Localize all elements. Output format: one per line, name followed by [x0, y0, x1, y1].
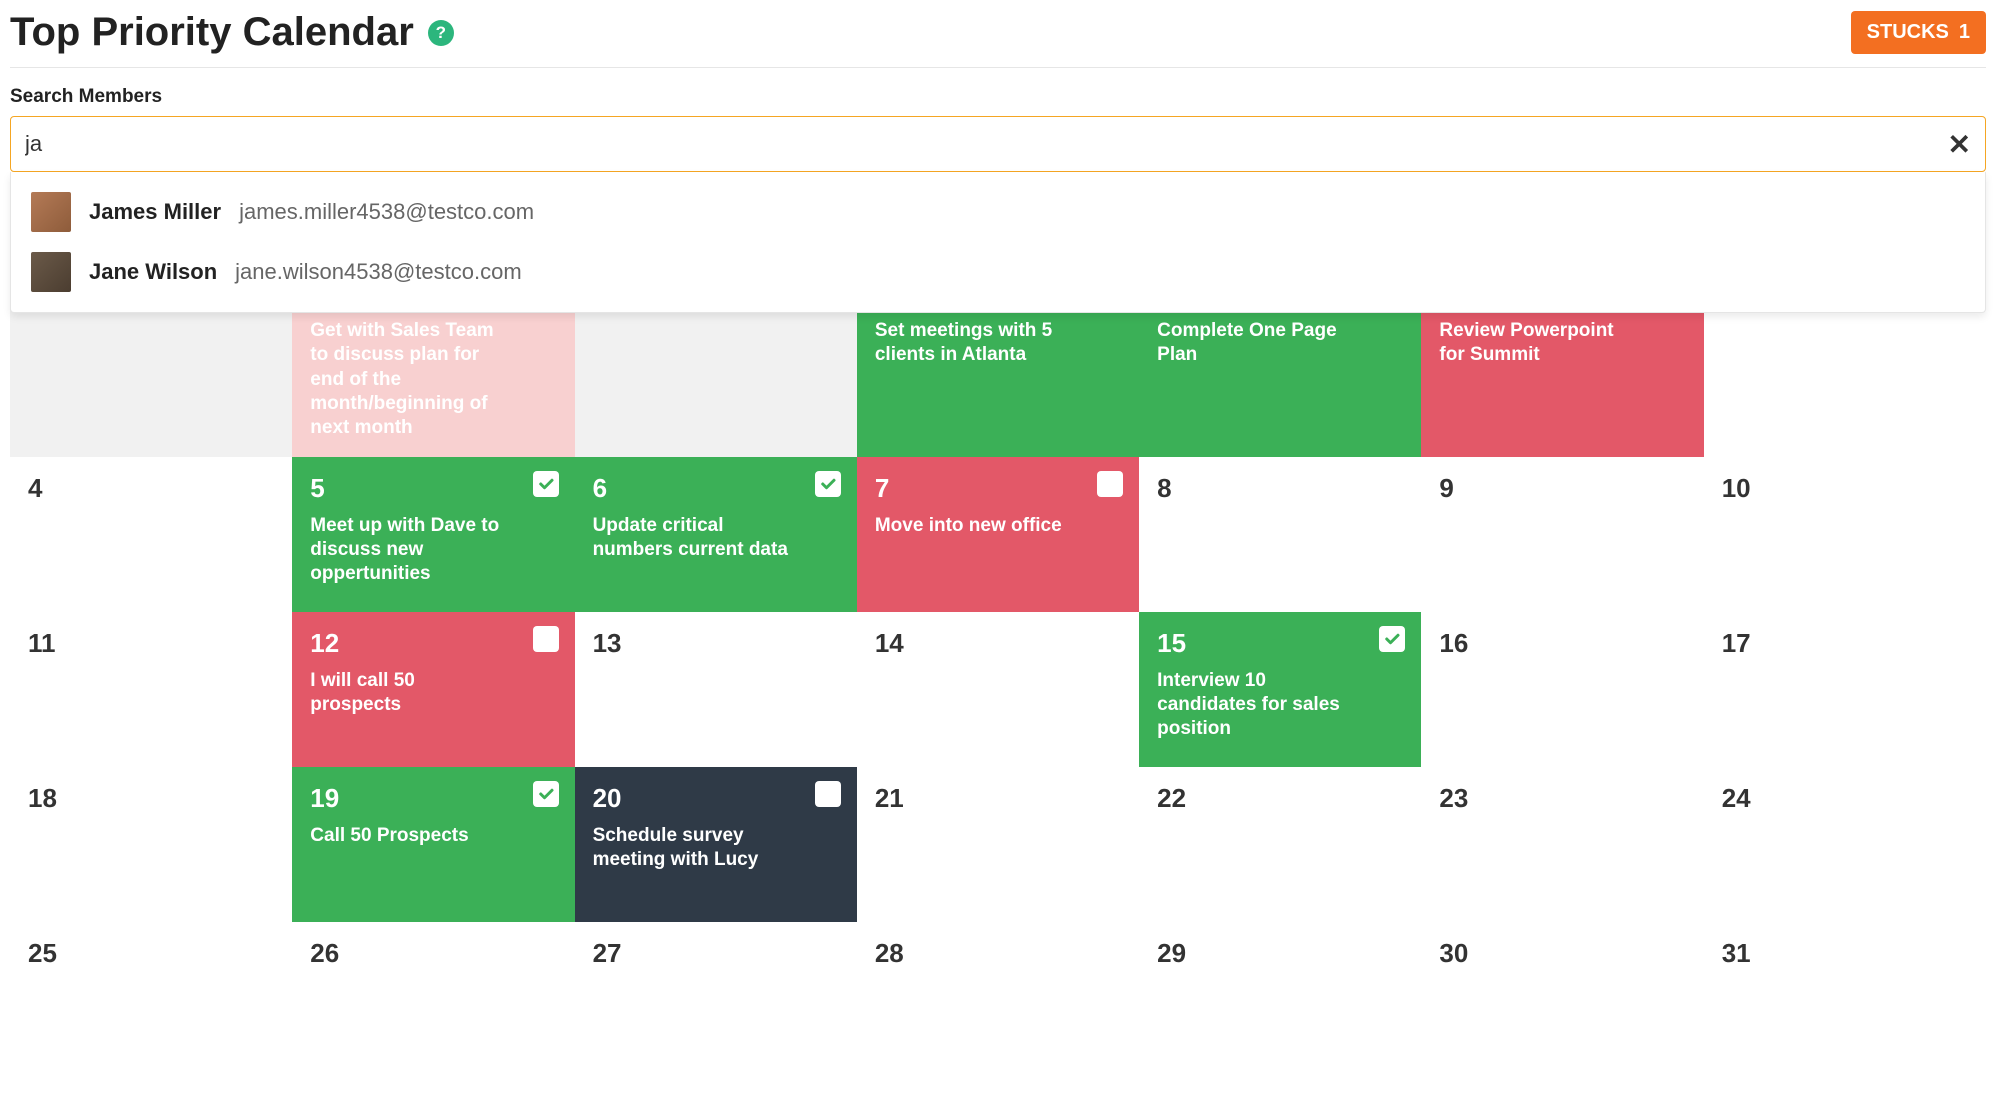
calendar-cell[interactable]: 16 [1421, 612, 1703, 767]
day-number: 29 [1157, 938, 1403, 969]
day-number: 19 [310, 783, 556, 814]
day-number: 22 [1157, 783, 1403, 814]
task-text: Review Powerpoint for Summit [1439, 319, 1636, 368]
task-text: Update critical numbers current data [593, 514, 790, 563]
day-number: 13 [593, 628, 839, 659]
day-number: 9 [1439, 473, 1685, 504]
calendar-cell[interactable]: 21 [857, 767, 1139, 922]
avatar [31, 192, 71, 232]
day-number: 27 [593, 938, 839, 969]
task-checkbox[interactable] [815, 781, 841, 807]
calendar-cell[interactable]: 22 [1139, 767, 1421, 922]
calendar-cell[interactable]: 5 Meet up with Dave to discuss new oppert… [292, 457, 574, 612]
day-number: 24 [1722, 783, 1968, 814]
day-number: 31 [1722, 938, 1968, 969]
clear-icon[interactable]: ✕ [1948, 128, 1971, 161]
task-text: Interview 10 candidates for sales positi… [1157, 669, 1354, 742]
calendar-cell[interactable]: 20 Schedule survey meeting with Lucy [575, 767, 857, 922]
calendar-cell[interactable]: 9 [1421, 457, 1703, 612]
day-number: 7 [875, 473, 1121, 504]
search-dropdown: James Miller james.miller4538@testco.com… [10, 172, 1986, 313]
day-number: 11 [28, 628, 274, 659]
page-title: Top Priority Calendar [10, 10, 414, 55]
calendar-cell[interactable]: 7 Move into new office [857, 457, 1139, 612]
search-result-name: James Miller [89, 199, 221, 225]
calendar-cell[interactable]: 12 I will call 50 prospects [292, 612, 574, 767]
calendar-cell[interactable]: 27 [575, 922, 857, 1077]
search-result-item[interactable]: James Miller james.miller4538@testco.com [11, 182, 1985, 242]
calendar-cell[interactable]: 24 [1704, 767, 1986, 922]
search-result-email: james.miller4538@testco.com [239, 199, 534, 225]
search-block: Search Members ✕ James Miller james.mill… [10, 86, 1986, 172]
day-number: 4 [28, 473, 274, 504]
stucks-label: STUCKS [1867, 21, 1949, 44]
help-icon[interactable]: ? [428, 20, 454, 46]
task-checkbox[interactable] [533, 626, 559, 652]
task-text: Set meetings with 5 clients in Atlanta [875, 319, 1072, 368]
calendar-cell[interactable]: 31 [1704, 922, 1986, 1077]
search-input-wrap: ✕ [10, 116, 1986, 172]
calendar-cell[interactable]: 25 [10, 922, 292, 1077]
calendar-cell[interactable]: 28 [857, 922, 1139, 1077]
calendar-cell[interactable]: 17 [1704, 612, 1986, 767]
task-checkbox[interactable] [533, 471, 559, 497]
search-result-email: jane.wilson4538@testco.com [235, 259, 521, 285]
task-checkbox[interactable] [1379, 626, 1405, 652]
search-input[interactable] [25, 131, 1948, 157]
calendar-cell[interactable]: 15 Interview 10 candidates for sales posi… [1139, 612, 1421, 767]
task-text: Move into new office [875, 514, 1072, 538]
task-text: Complete One Page Plan [1157, 319, 1354, 368]
calendar-cell[interactable]: 8 [1139, 457, 1421, 612]
task-text: Meet up with Dave to discuss new oppertu… [310, 514, 507, 587]
avatar [31, 252, 71, 292]
stucks-button[interactable]: STUCKS 1 [1851, 11, 1986, 54]
day-number: 23 [1439, 783, 1685, 814]
calendar-cell[interactable]: 13 [575, 612, 857, 767]
day-number: 14 [875, 628, 1121, 659]
calendar-cell[interactable]: 23 [1421, 767, 1703, 922]
title-wrap: Top Priority Calendar ? [10, 10, 454, 55]
task-text: I will call 50 prospects [310, 669, 507, 718]
calendar-cell[interactable]: 14 [857, 612, 1139, 767]
calendar-cell[interactable]: 11 [10, 612, 292, 767]
calendar-cell[interactable]: 6 Update critical numbers current data [575, 457, 857, 612]
day-number: 12 [310, 628, 556, 659]
task-checkbox[interactable] [1097, 471, 1123, 497]
day-number: 25 [28, 938, 274, 969]
day-number: 16 [1439, 628, 1685, 659]
task-text: Call 50 Prospects [310, 824, 507, 848]
calendar-cell[interactable]: 30 [1421, 922, 1703, 1077]
search-result-item[interactable]: Jane Wilson jane.wilson4538@testco.com [11, 242, 1985, 302]
calendar-cell[interactable]: 4 [10, 457, 292, 612]
task-checkbox[interactable] [533, 781, 559, 807]
calendar-cell[interactable]: 29 [1139, 922, 1421, 1077]
page-header: Top Priority Calendar ? STUCKS 1 [10, 10, 1986, 68]
day-number: 17 [1722, 628, 1968, 659]
day-number: 18 [28, 783, 274, 814]
stucks-count: 1 [1959, 21, 1970, 44]
calendar-cell[interactable]: 26 [292, 922, 574, 1077]
day-number: 21 [875, 783, 1121, 814]
calendar-cell[interactable]: 18 [10, 767, 292, 922]
calendar: 27 28 Get with Sales Team to discuss plan … [10, 262, 1986, 1077]
task-checkbox[interactable] [815, 471, 841, 497]
calendar-cell[interactable]: 19 Call 50 Prospects [292, 767, 574, 922]
day-number: 10 [1722, 473, 1968, 504]
search-result-name: Jane Wilson [89, 259, 217, 285]
day-number: 28 [875, 938, 1121, 969]
day-number: 6 [593, 473, 839, 504]
day-number: 20 [593, 783, 839, 814]
day-number: 26 [310, 938, 556, 969]
task-text: Schedule survey meeting with Lucy [593, 824, 790, 873]
day-number: 8 [1157, 473, 1403, 504]
day-number: 15 [1157, 628, 1403, 659]
day-number: 5 [310, 473, 556, 504]
search-label: Search Members [10, 86, 1986, 108]
task-text: Get with Sales Team to discuss plan for … [310, 319, 507, 441]
calendar-cell[interactable]: 10 [1704, 457, 1986, 612]
day-number: 30 [1439, 938, 1685, 969]
